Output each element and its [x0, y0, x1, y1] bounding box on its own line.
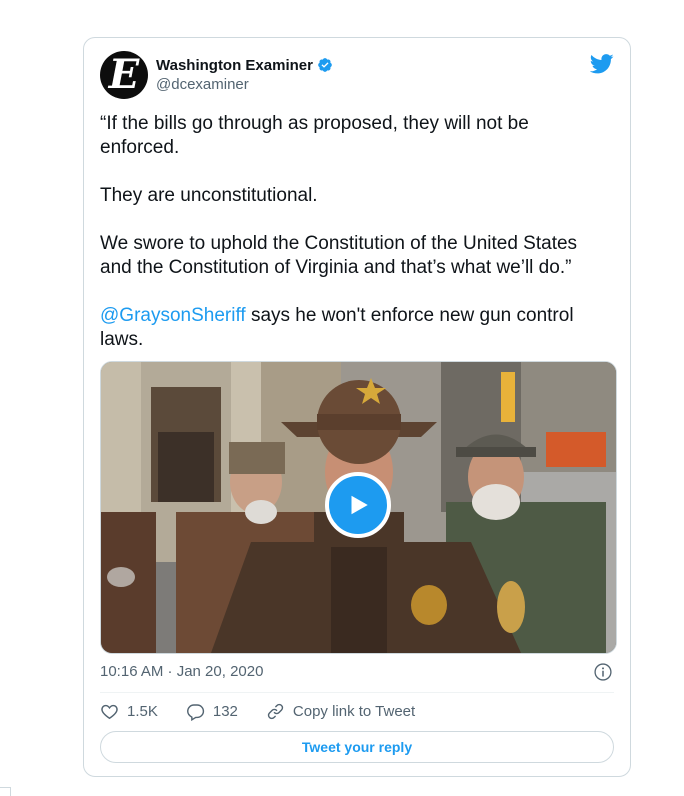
tweet-paragraph-mention: @GraysonSheriff says he won't enforce ne…	[100, 304, 610, 352]
author-block: Washington Examiner @dcexaminer	[156, 55, 333, 93]
tweet-card: E Washington Examiner @dcexaminer “If th…	[83, 37, 631, 777]
copy-link-button[interactable]: Copy link to Tweet	[266, 702, 415, 721]
author-name[interactable]: Washington Examiner	[156, 57, 313, 74]
tweet-paragraph: “If the bills go through as proposed, th…	[100, 113, 529, 158]
heart-icon	[101, 704, 118, 720]
tweet-your-reply-button[interactable]: Tweet your reply	[100, 731, 614, 763]
divider	[100, 692, 614, 693]
video-player[interactable]	[100, 361, 617, 654]
tweet-text: “If the bills go through as proposed, th…	[100, 112, 610, 376]
copy-link-label: Copy link to Tweet	[292, 703, 416, 720]
author-avatar[interactable]: E	[100, 51, 148, 99]
twitter-bird-icon[interactable]	[590, 53, 614, 75]
verified-badge-icon	[318, 58, 332, 72]
link-icon	[267, 703, 284, 720]
action-bar: 1.5K 132 Copy link to Tweet	[100, 702, 443, 721]
play-icon	[351, 495, 368, 515]
reply-icon	[186, 704, 204, 721]
info-icon[interactable]	[593, 662, 613, 682]
tweet-timestamp[interactable]: 10:16 AM · Jan 20, 2020	[100, 663, 263, 680]
author-handle[interactable]: @dcexaminer	[156, 76, 333, 93]
mention-link[interactable]: @GraysonSheriff	[100, 305, 246, 326]
author-name-row[interactable]: Washington Examiner	[156, 55, 333, 75]
tweet-paragraph: We swore to uphold the Constitution of t…	[100, 233, 578, 278]
play-button[interactable]	[325, 472, 391, 538]
avatar-letter: E	[108, 51, 140, 98]
reply-count: 132	[212, 703, 238, 720]
like-button[interactable]: 1.5K	[100, 702, 158, 721]
tweet-paragraph: They are unconstitutional.	[100, 185, 318, 206]
reply-count-button[interactable]: 132	[186, 702, 238, 721]
like-count: 1.5K	[127, 703, 158, 720]
